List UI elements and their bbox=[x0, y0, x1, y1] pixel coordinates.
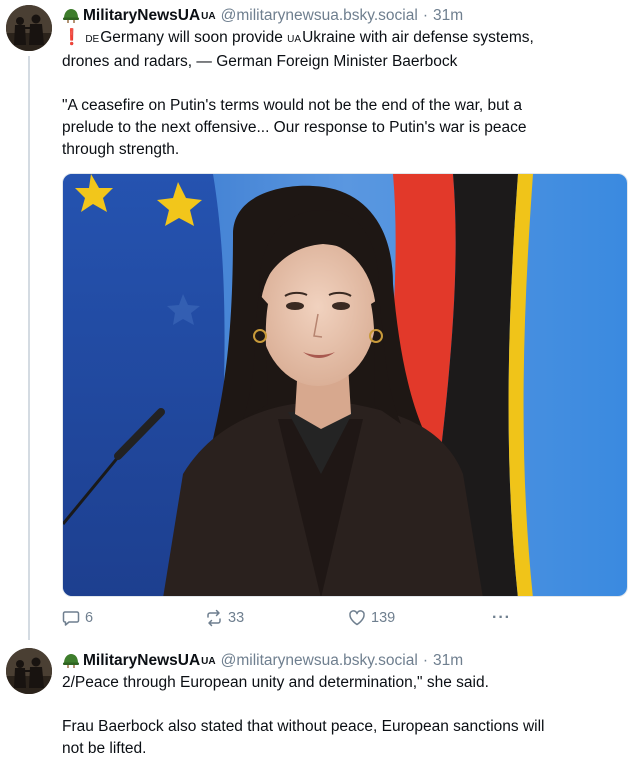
repost-button[interactable]: 33 bbox=[205, 609, 244, 627]
repost-count: 33 bbox=[228, 610, 245, 626]
country-code-de: DE bbox=[85, 34, 100, 45]
text-line-2: drones and radars, — German Foreign Mini… bbox=[62, 53, 458, 70]
avatar[interactable] bbox=[6, 5, 52, 51]
like-button[interactable]: 139 bbox=[348, 609, 395, 627]
more-options-button[interactable]: ··· bbox=[492, 609, 511, 627]
reply-button[interactable]: 6 bbox=[62, 609, 93, 627]
quote-line-1: "A ceasefire on Putin's terms would not … bbox=[62, 97, 522, 114]
more-icon: ··· bbox=[492, 609, 511, 626]
repost-icon bbox=[207, 609, 221, 627]
post-content: MilitaryNewsUA UA @militarynewsua.bsky.s… bbox=[62, 650, 624, 760]
post-text: 2/Peace through European unity and deter… bbox=[62, 672, 624, 760]
exclamation-icon: ❗ bbox=[62, 29, 82, 46]
post-header: MilitaryNewsUA UA @militarynewsua.bsky.s… bbox=[62, 5, 624, 27]
post-image[interactable] bbox=[62, 173, 628, 597]
text-part-1: Germany will soon provide bbox=[100, 29, 288, 46]
reply-icon bbox=[62, 611, 80, 626]
post-2[interactable]: MilitaryNewsUA UA @militarynewsua.bsky.s… bbox=[0, 640, 632, 763]
photo-baerbock-at-podium bbox=[63, 174, 627, 596]
text-line-3: not be lifted. bbox=[62, 740, 147, 757]
author-handle[interactable]: @militarynewsua.bsky.social bbox=[221, 652, 418, 670]
post-actions: 6 33 139 ··· bbox=[62, 607, 522, 629]
author-display-name[interactable]: MilitaryNewsUA bbox=[83, 652, 200, 670]
separator-dot: · bbox=[422, 7, 428, 24]
soldiers-silhouette-icon bbox=[6, 648, 52, 694]
post-time[interactable]: 31m bbox=[433, 7, 463, 25]
post-header: MilitaryNewsUA UA @militarynewsua.bsky.s… bbox=[62, 650, 624, 672]
flag-code: UA bbox=[201, 10, 216, 22]
post-1[interactable]: MilitaryNewsUA UA @militarynewsua.bsky.s… bbox=[0, 0, 632, 640]
post-time[interactable]: 31m bbox=[433, 652, 463, 670]
avatar[interactable] bbox=[6, 648, 52, 694]
post-content: MilitaryNewsUA UA @militarynewsua.bsky.s… bbox=[62, 5, 624, 161]
text-line-1: ❗ DEGermany will soon provide UAUkraine w… bbox=[62, 27, 624, 51]
country-code-ua: UA bbox=[287, 34, 302, 45]
green-helmet-icon bbox=[63, 654, 79, 668]
separator-dot: · bbox=[422, 652, 428, 669]
text-line-2: Frau Baerbock also stated that without p… bbox=[62, 718, 545, 735]
like-count: 139 bbox=[371, 610, 396, 626]
text-line-1: 2/Peace through European unity and deter… bbox=[62, 674, 489, 691]
thread-line bbox=[28, 56, 30, 640]
reply-count: 6 bbox=[85, 610, 94, 626]
quote-line-2: prelude to the next offensive... Our res… bbox=[62, 119, 527, 136]
author-display-name[interactable]: MilitaryNewsUA bbox=[83, 7, 200, 25]
author-handle[interactable]: @militarynewsua.bsky.social bbox=[221, 7, 418, 25]
quote-line-3: through strength. bbox=[62, 141, 180, 158]
flag-code: UA bbox=[201, 655, 216, 667]
green-helmet-icon bbox=[63, 9, 79, 23]
soldiers-silhouette-icon bbox=[6, 5, 52, 51]
text-part-2: Ukraine with air defense systems, bbox=[302, 29, 534, 46]
post-text: ❗ DEGermany will soon provide UAUkraine w… bbox=[62, 27, 624, 161]
heart-icon bbox=[349, 610, 365, 626]
